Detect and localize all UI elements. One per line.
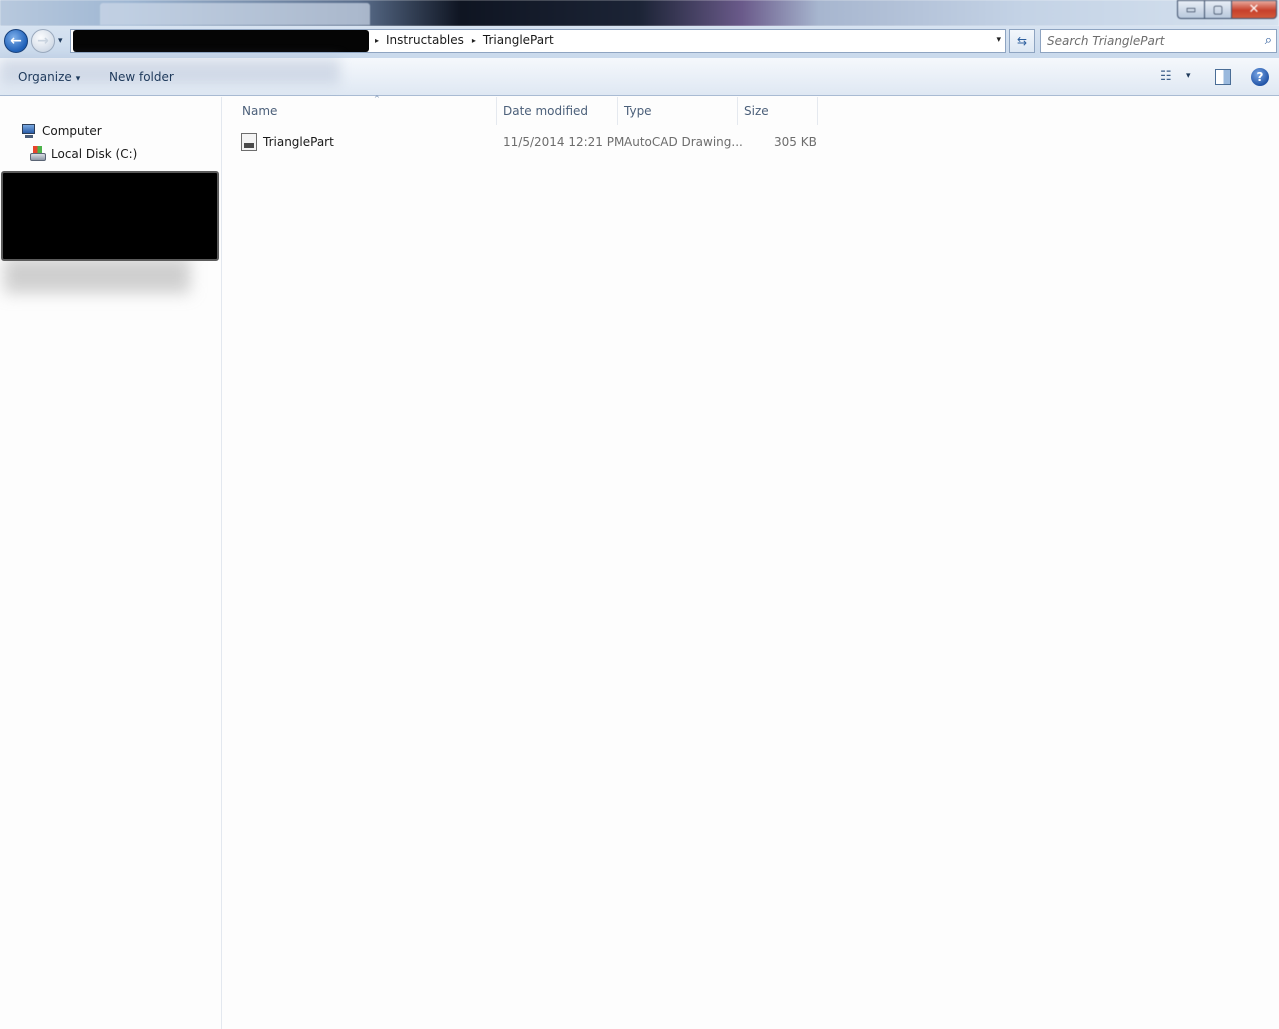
search-input[interactable] xyxy=(1047,33,1247,49)
sidebar-item-label: Computer xyxy=(42,124,102,138)
organize-label: Organize xyxy=(18,70,72,84)
search-box[interactable]: ⌕ xyxy=(1040,29,1277,53)
local-disk-icon xyxy=(29,146,47,162)
breadcrumb-item-trianglepart[interactable]: TrianglePart xyxy=(483,33,554,47)
new-folder-button[interactable]: New folder xyxy=(109,70,174,84)
minimize-button[interactable]: ▭ xyxy=(1177,0,1204,19)
breadcrumb-separator-icon[interactable]: ▸ xyxy=(472,36,476,45)
refresh-icon: ⇆ xyxy=(1016,34,1028,48)
chevron-down-icon: ▾ xyxy=(75,74,81,84)
forward-button[interactable]: → xyxy=(31,29,55,53)
background-tab xyxy=(100,3,370,25)
column-header-size[interactable]: Size xyxy=(738,97,818,125)
change-view-icon[interactable]: ☷ xyxy=(1160,69,1172,84)
file-type: AutoCAD Drawing... xyxy=(624,135,743,149)
column-header-label: Date modified xyxy=(503,104,589,118)
help-icon[interactable]: ? xyxy=(1251,68,1269,86)
refresh-button[interactable]: ⇆ xyxy=(1009,29,1035,53)
redacted-sidebar-block xyxy=(1,171,219,261)
sidebar-item-computer[interactable]: Computer xyxy=(20,123,102,139)
blurred-shadow xyxy=(4,257,190,293)
file-size: 305 KB xyxy=(774,135,817,149)
column-header-date-modified[interactable]: Date modified xyxy=(497,97,618,125)
recent-pages-dropdown-icon[interactable]: ▾ xyxy=(58,36,63,46)
maximize-button[interactable]: ▢ xyxy=(1204,0,1231,19)
window-controls: ▭ ▢ ✕ xyxy=(1177,0,1277,19)
sort-ascending-icon: ^ xyxy=(374,95,380,103)
breadcrumb: ▸ Instructables ▸ TrianglePart xyxy=(373,33,554,47)
column-header-label: Size xyxy=(744,104,769,118)
organize-button[interactable]: Organize ▾ xyxy=(18,70,80,84)
dwg-file-icon xyxy=(241,133,257,151)
column-header-name[interactable]: Name ^ xyxy=(236,95,497,125)
column-header-label: Name xyxy=(242,104,278,118)
address-row: ← → ▾ ▸ Instructables ▸ TrianglePart ▾ ⇆… xyxy=(0,26,1279,58)
breadcrumb-separator-icon[interactable]: ▸ xyxy=(375,36,379,45)
file-list: Name ^ Date modified Type Size TriangleP… xyxy=(224,95,1279,1029)
table-row[interactable]: TrianglePart 11/5/2014 12:21 PM AutoCAD … xyxy=(238,131,818,153)
address-history-dropdown-icon[interactable]: ▾ xyxy=(996,35,1001,45)
title-bar: ▭ ▢ ✕ xyxy=(0,0,1279,26)
column-header-type[interactable]: Type xyxy=(618,97,738,125)
command-bar: Organize ▾ New folder ☷ ▾ ? xyxy=(0,58,1279,96)
close-button[interactable]: ✕ xyxy=(1231,0,1277,19)
breadcrumb-item-instructables[interactable]: Instructables xyxy=(386,33,464,47)
file-name[interactable]: TrianglePart xyxy=(263,135,334,149)
redacted-path-block xyxy=(73,30,369,52)
chevron-down-icon[interactable]: ▾ xyxy=(1186,71,1191,81)
search-icon[interactable]: ⌕ xyxy=(1265,33,1272,48)
column-header-label: Type xyxy=(624,104,652,118)
back-button[interactable]: ← xyxy=(4,29,28,53)
sidebar-item-label: Local Disk (C:) xyxy=(51,147,138,161)
address-bar[interactable]: ▸ Instructables ▸ TrianglePart ▾ xyxy=(70,29,1006,53)
sidebar-item-local-disk[interactable]: Local Disk (C:) xyxy=(29,146,137,162)
navigation-pane: Computer Local Disk (C:) xyxy=(0,97,222,1029)
file-date-modified: 11/5/2014 12:21 PM xyxy=(503,135,625,149)
preview-pane-icon[interactable] xyxy=(1215,69,1231,85)
computer-icon xyxy=(20,123,38,139)
